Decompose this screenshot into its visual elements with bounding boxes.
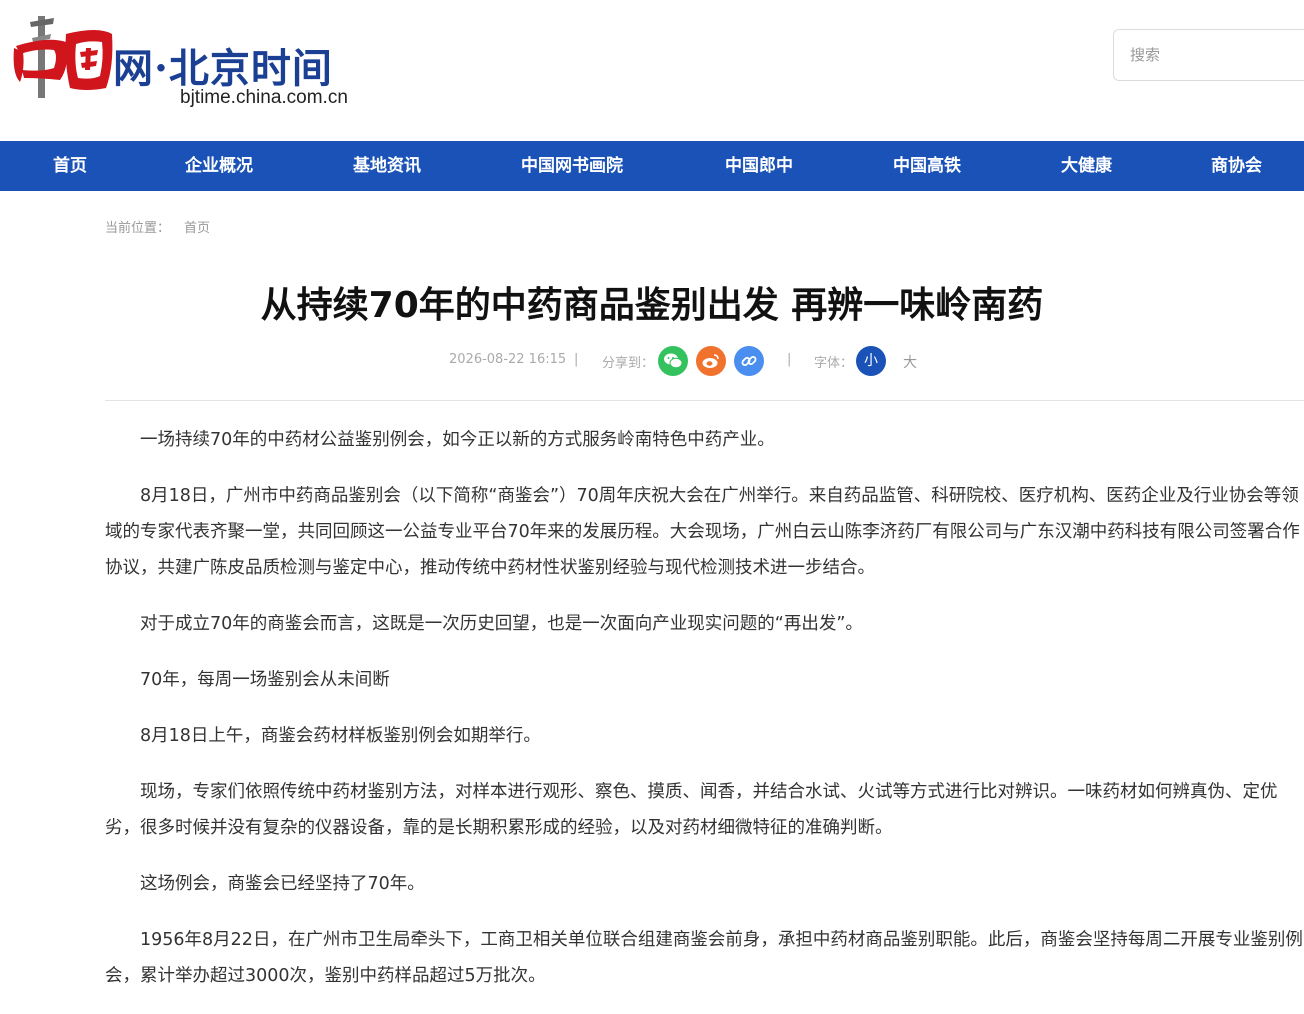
article-meta: 2026-08-22 16:15 | 分享到： | 字体： 小 大	[0, 346, 1304, 376]
search-box	[1113, 29, 1304, 81]
nav-item-base-news[interactable]: 基地资讯	[353, 141, 421, 191]
weibo-icon[interactable]	[696, 346, 726, 376]
divider	[105, 400, 1304, 401]
site-header: 网·北京时间 bjtime.china.com.cn	[0, 0, 1304, 141]
china-logo-mark	[13, 16, 113, 98]
meta-separator: |	[574, 352, 579, 367]
article-paragraph: 这场例会，商鉴会已经坚持了70年。	[140, 874, 425, 894]
main-nav: 首页 企业概况 基地资讯 中国网书画院 中国郎中 中国高铁 大健康 商协会	[0, 141, 1304, 191]
meta-separator: |	[787, 352, 792, 367]
share-label: 分享到：	[602, 356, 655, 371]
article-paragraph: 1956年8月22日，在广州市卫生局牵头下，工商卫相关单位联合组建商鉴会前身，承…	[105, 930, 1303, 986]
site-logo[interactable]: 网·北京时间 bjtime.china.com.cn	[8, 8, 368, 118]
logo-title: 网·北京时间	[113, 45, 333, 92]
article-subheading: 70年，每周一场鉴别会从未间断	[140, 670, 390, 690]
article-datetime: 2026-08-22 16:15	[449, 352, 567, 367]
breadcrumb: 当前位置： 首页	[105, 217, 224, 236]
font-small-button[interactable]: 小	[856, 346, 886, 376]
nav-item-chinese-doctor[interactable]: 中国郎中	[725, 141, 793, 191]
article-paragraph: 现场，专家们依照传统中药材鉴别方法，对样本进行观形、察色、摸质、闻香，并结合水试…	[105, 782, 1278, 838]
nav-item-company-overview[interactable]: 企业概况	[185, 141, 253, 191]
nav-item-painting-academy[interactable]: 中国网书画院	[521, 141, 623, 191]
breadcrumb-prefix: 当前位置：	[105, 221, 171, 236]
article-paragraph: 8月18日，广州市中药商品鉴别会（以下简称“商鉴会”）70周年庆祝大会在广州举行…	[105, 486, 1300, 578]
article-paragraph: 8月18日上午，商鉴会药材样板鉴别例会如期举行。	[140, 726, 541, 746]
nav-item-high-speed-rail[interactable]: 中国高铁	[893, 141, 961, 191]
font-large-button[interactable]: 大	[903, 352, 917, 372]
logo-domain: bjtime.china.com.cn	[180, 87, 348, 108]
font-size-label: 字体：	[814, 356, 854, 371]
article-title: 从持续70年的中药商品鉴别出发 再辨一味岭南药	[260, 285, 1044, 326]
nav-item-chamber[interactable]: 商协会	[1211, 141, 1262, 191]
nav-item-health[interactable]: 大健康	[1061, 141, 1112, 191]
article-paragraph: 对于成立70年的商鉴会而言，这既是一次历史回望，也是一次面向产业现实问题的“再出…	[140, 614, 863, 634]
link-icon[interactable]	[734, 346, 764, 376]
article-paragraph: 一场持续70年的中药材公益鉴别例会，如今正以新的方式服务岭南特色中药产业。	[140, 430, 775, 450]
nav-item-home[interactable]: 首页	[53, 141, 87, 191]
search-input[interactable]	[1128, 30, 1302, 80]
breadcrumb-home-link[interactable]: 首页	[184, 221, 210, 236]
wechat-icon[interactable]	[658, 346, 688, 376]
article-body: 一场持续70年的中药材公益鉴别例会，如今正以新的方式服务岭南特色中药产业。 8月…	[105, 422, 1304, 1014]
